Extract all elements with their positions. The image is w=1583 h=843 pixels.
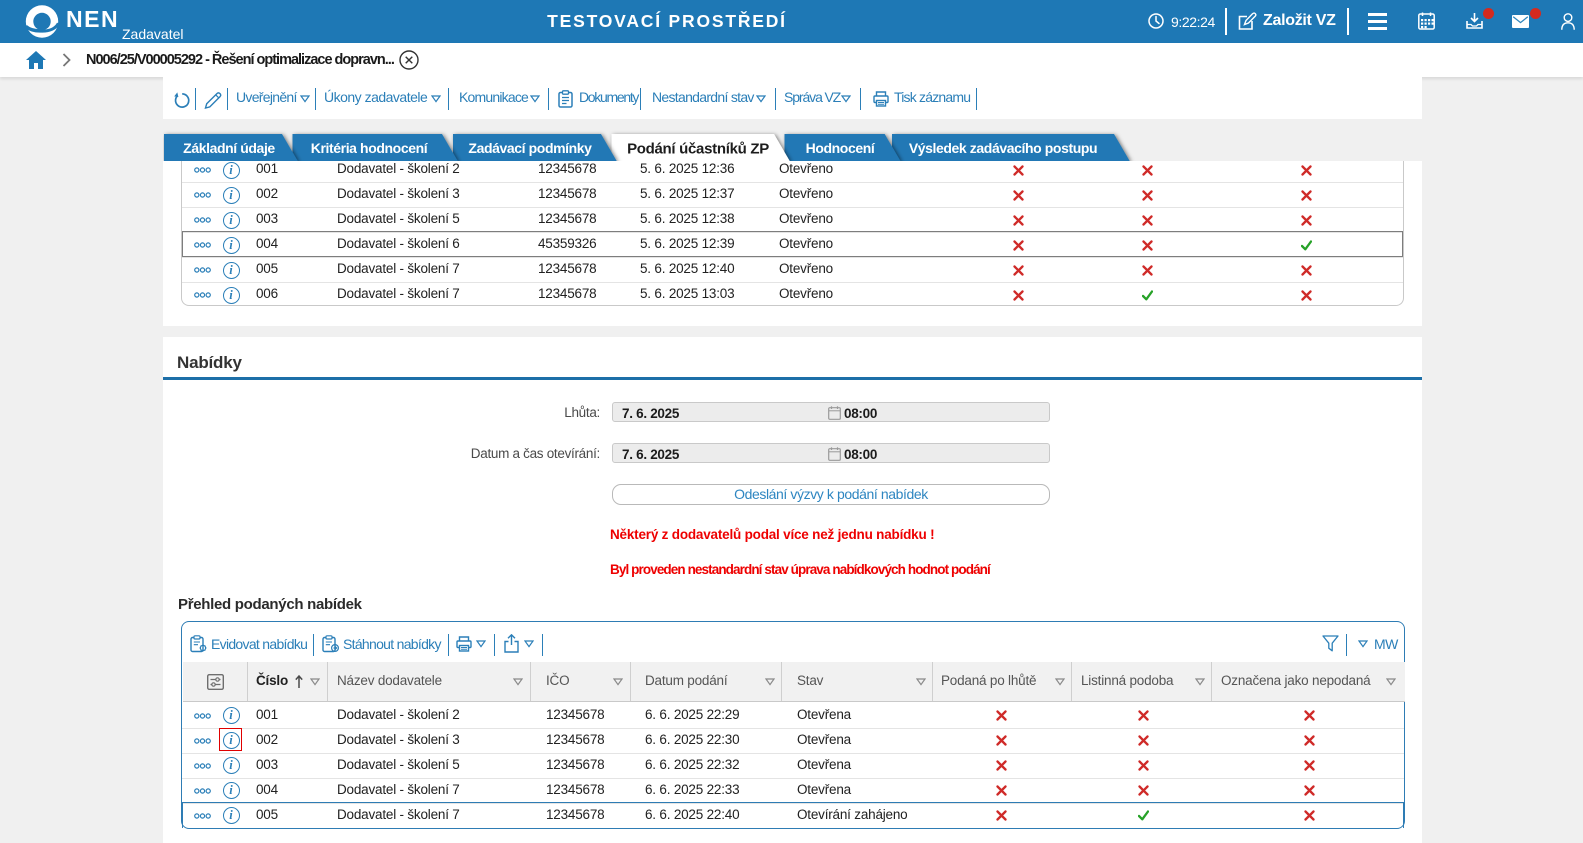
svg-text:Podání účastníků ZP: Podání účastníků ZP xyxy=(627,141,769,158)
svg-text:Zadávací podmínky: Zadávací podmínky xyxy=(468,140,592,156)
svg-text:Výsledek zadávacího postupu: Výsledek zadávacího postupu xyxy=(909,140,1097,156)
svg-text:Kritéria hodnocení: Kritéria hodnocení xyxy=(311,140,429,156)
svg-text:Základní údaje: Základní údaje xyxy=(183,140,275,156)
svg-text:Hodnocení: Hodnocení xyxy=(806,140,876,156)
